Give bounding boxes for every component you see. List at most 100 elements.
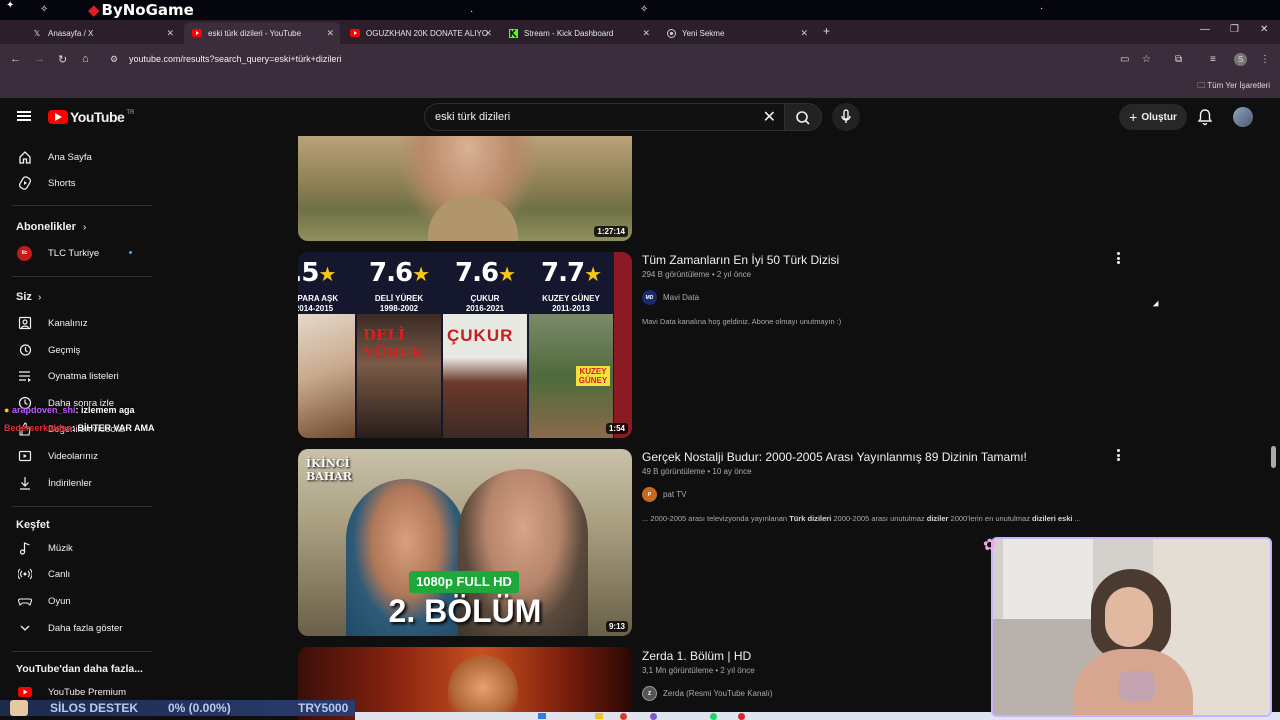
video-thumbnail[interactable]: .5★ A PARA AŞK 2014-2015 7.6★ DELİ YÜREK… xyxy=(298,252,632,438)
app-icon[interactable] xyxy=(738,713,745,720)
region-code: TR xyxy=(126,110,135,116)
close-icon[interactable]: ✕ xyxy=(800,28,808,39)
thumbnail-figure xyxy=(448,655,518,720)
sidebar-item-home[interactable]: Ana Sayfa xyxy=(0,144,155,170)
close-icon[interactable]: ✕ xyxy=(484,28,492,39)
channel-link[interactable]: Z Zerda (Resmi YouTube Kanalı) xyxy=(642,686,773,701)
show-poster xyxy=(298,314,355,438)
rating-text: .5★ xyxy=(298,258,356,288)
bookmark-star-icon[interactable]: ☆ xyxy=(1142,54,1151,65)
browser-tab-active[interactable]: eski türk dizileri - YouTube ✕ xyxy=(184,22,340,44)
chat-text: : izlemem aga xyxy=(75,405,135,415)
video-thumbnail[interactable]: İKİNCİ BAHAR 1080p FULL HD 2. BÖLÜM 9:13 xyxy=(298,449,632,636)
app-icon[interactable] xyxy=(650,713,657,720)
start-icon[interactable] xyxy=(538,713,546,719)
rating-text: 7.7★ xyxy=(528,258,614,288)
tab-title: OGUZKHAN 20K DONATE ALIYO... xyxy=(366,28,488,38)
duration-badge: 9:13 xyxy=(605,621,628,632)
restore-icon[interactable]: ❐ xyxy=(1230,24,1239,35)
sidebar-item-label: Kanalınız xyxy=(48,317,88,329)
reload-icon[interactable]: ↻ xyxy=(58,53,67,66)
you-title: Siz xyxy=(16,291,32,303)
channel-link[interactable]: P pat TV xyxy=(642,487,686,502)
show-years: 2014-2015 xyxy=(298,304,334,313)
close-window-icon[interactable]: ✕ xyxy=(1260,24,1268,35)
create-button[interactable]: + Oluştur xyxy=(1119,104,1187,130)
video-title[interactable]: Zerda 1. Bölüm | HD xyxy=(642,649,751,663)
channel-avatar: P xyxy=(642,487,657,502)
cast-icon[interactable]: ▭ xyxy=(1120,54,1129,65)
sparkle-icon: · xyxy=(1040,3,1044,14)
extensions-icon[interactable]: ⧉ xyxy=(1175,54,1182,65)
sidebar-item-shorts[interactable]: Shorts xyxy=(0,170,155,196)
video-title[interactable]: Tüm Zamanların En İyi 50 Türk Dizisi xyxy=(642,253,839,267)
sidebar-item-history[interactable]: Geçmiş xyxy=(0,337,155,363)
site-info-icon[interactable]: ⚙ xyxy=(110,54,118,65)
sidebar-item-downloads[interactable]: İndirilenler xyxy=(0,470,155,496)
minimize-icon[interactable]: — xyxy=(1200,24,1210,35)
browser-tab[interactable]: Stream - Kick Dashboard ✕ xyxy=(500,22,656,44)
channel-avatar: tlc xyxy=(17,245,32,261)
search-input[interactable]: eski türk dizileri ✕ xyxy=(424,103,784,131)
sparkle-icon: ✦ xyxy=(6,0,15,11)
sidebar-item-playlists[interactable]: Oynatma listeleri xyxy=(0,363,155,389)
url-field[interactable]: youtube.com/results?search_query=eski+tü… xyxy=(129,54,341,64)
youtube-logo[interactable]: YouTube TR xyxy=(48,109,134,125)
sidebar-item-tlc-turkiye[interactable]: tlc TLC Turkiye xyxy=(0,240,155,266)
kick-icon xyxy=(508,28,518,38)
channel-link[interactable]: MD Mavi Data xyxy=(642,290,699,305)
sidebar-item-gaming[interactable]: Oyun xyxy=(0,588,155,614)
voice-search-button[interactable] xyxy=(832,103,860,131)
tab-title: Yeni Sekme xyxy=(682,28,725,38)
poster-title: ÇUKUR xyxy=(447,326,514,345)
new-tab-button[interactable]: + xyxy=(823,24,830,38)
more-menu-icon[interactable]: ⋮ xyxy=(1260,54,1270,65)
account-avatar[interactable] xyxy=(1233,107,1253,127)
forward-icon[interactable]: → xyxy=(34,53,45,65)
chrome-icon[interactable] xyxy=(620,713,627,720)
close-icon[interactable]: ✕ xyxy=(166,28,174,39)
chat-message: Bederserkolden: BİHTER VAR AMA xyxy=(4,423,155,433)
close-icon[interactable]: ✕ xyxy=(642,28,650,39)
reading-list-icon[interactable]: ≡ xyxy=(1210,54,1216,65)
chat-username: Bederserkolden xyxy=(4,423,73,433)
browser-tab[interactable]: 𝕏 Anasayfa / X ✕ xyxy=(24,22,180,44)
video-thumbnail[interactable]: 1:27:14 xyxy=(298,136,632,241)
profile-avatar[interactable]: S xyxy=(1234,53,1247,66)
folder-icon[interactable] xyxy=(595,713,603,719)
subscriptions-header[interactable]: Abonelikler › xyxy=(16,221,86,233)
plus-icon: + xyxy=(1129,109,1138,125)
sidebar-item-show-more[interactable]: Daha fazla göster xyxy=(0,615,155,641)
page-scrollbar[interactable] xyxy=(1271,446,1276,468)
browser-tab[interactable]: Yeni Sekme ✕ xyxy=(658,22,814,44)
spotify-icon[interactable] xyxy=(710,713,717,720)
more-actions-icon[interactable] xyxy=(1115,449,1121,461)
sidebar-item-live[interactable]: Canlı xyxy=(0,561,155,587)
home-icon[interactable]: ⌂ xyxy=(82,53,89,65)
chevron-right-icon: › xyxy=(82,222,87,233)
sidebar-item-your-channel[interactable]: Kanalınız xyxy=(0,310,155,336)
more-actions-icon[interactable] xyxy=(1115,252,1121,264)
sidebar-item-label: Oynatma listeleri xyxy=(48,370,119,382)
notifications-bell-icon[interactable] xyxy=(1197,108,1213,126)
all-bookmarks-folder[interactable]: 🗀 Tüm Yer İşaretleri xyxy=(1197,80,1270,94)
browser-tab[interactable]: OGUZKHAN 20K DONATE ALIYO... ✕ xyxy=(342,22,498,44)
youtube-icon xyxy=(350,28,360,38)
rating-value: 7.6 xyxy=(455,258,499,288)
clear-search-icon[interactable]: ✕ xyxy=(763,107,776,127)
stream-overlay-banner: ✦ ✧ ◆ ByNoGame · ✧ · xyxy=(0,0,1280,20)
youtube-play-icon xyxy=(48,110,68,124)
back-icon[interactable]: ← xyxy=(10,53,21,65)
sidebar-item-music[interactable]: Müzik xyxy=(0,535,155,561)
all-bookmarks-label: Tüm Yer İşaretleri xyxy=(1207,81,1270,90)
sparkle-icon: · xyxy=(470,6,474,17)
close-icon[interactable]: ✕ xyxy=(326,28,334,39)
star-icon: ★ xyxy=(412,262,430,286)
sidebar-item-your-videos[interactable]: Videolarınız xyxy=(0,443,155,469)
menu-icon[interactable] xyxy=(17,111,31,121)
show-name: DELİ YÜREK xyxy=(374,294,424,303)
search-button[interactable] xyxy=(784,103,822,131)
stream-brand-logo: ◆ ByNoGame xyxy=(88,1,194,19)
video-title[interactable]: Gerçek Nostalji Budur: 2000-2005 Arası Y… xyxy=(642,450,1027,464)
you-header[interactable]: Siz › xyxy=(16,291,41,303)
